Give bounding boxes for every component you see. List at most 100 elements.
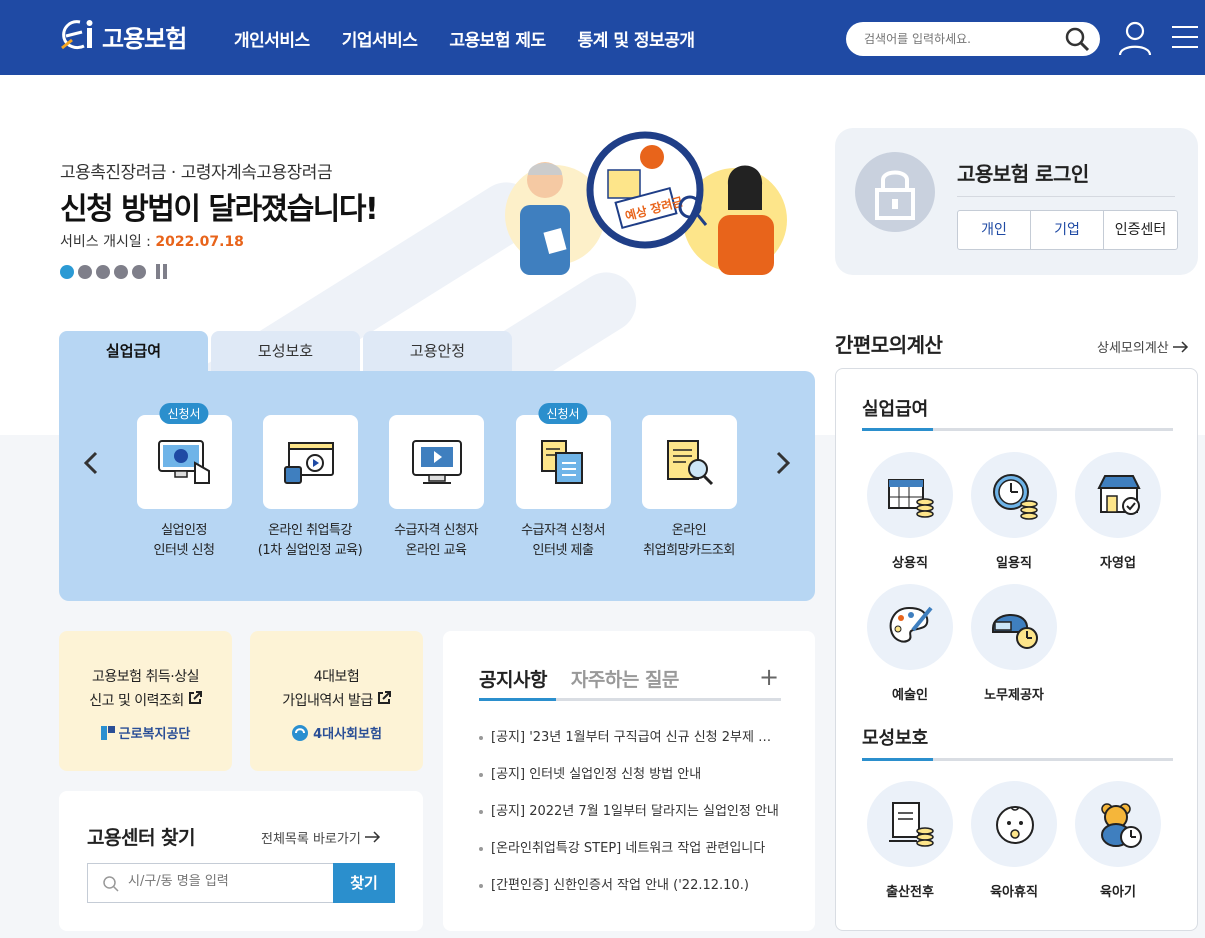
card-label-2: 신고 및 이력조회 <box>89 693 184 709</box>
tab-notice[interactable]: 공지사항 <box>479 665 547 692</box>
application-badge: 신청서 <box>538 403 588 424</box>
banner-dot-1[interactable] <box>60 264 74 279</box>
hamburger-menu-icon[interactable] <box>1172 24 1198 50</box>
comwel-logo-icon <box>100 725 115 740</box>
nav-personal-service[interactable]: 개인서비스 <box>234 26 310 51</box>
card-label-1: 4대보험 <box>313 669 360 685</box>
banner-dot-5[interactable] <box>132 264 146 279</box>
tab-maternity[interactable]: 모성보호 <box>211 331 360 372</box>
detailed-calc-link[interactable]: 상세모의계산 <box>1097 337 1189 356</box>
calc-artist[interactable]: 예술인 <box>865 584 955 703</box>
banner-dot-2[interactable] <box>78 264 92 279</box>
calc-regular-worker[interactable]: 상용직 <box>865 452 955 571</box>
clock-coins-icon <box>993 474 1038 520</box>
calc-item-label: 출산전후 <box>886 885 934 900</box>
notice-item[interactable]: [공지] 인터넷 실업인정 신청 방법 안내 <box>479 764 783 801</box>
prev-arrow-icon[interactable] <box>81 449 101 477</box>
4insure-logo-icon <box>292 724 309 741</box>
service-icon-box <box>262 415 358 509</box>
login-cert-center-button[interactable]: 인증센터 <box>1104 211 1177 249</box>
login-personal-button[interactable]: 개인 <box>958 211 1031 249</box>
calc-panel: 실업급여 상용직 일용직 자영업 예술인 노무제공자 모성보호 출산전후 육아휴… <box>835 368 1198 931</box>
center-search-input[interactable] <box>128 874 318 889</box>
tab-faq[interactable]: 자주하는 질문 <box>571 665 680 692</box>
detailed-calc-label: 상세모의계산 <box>1097 341 1169 356</box>
more-plus-icon[interactable]: + <box>759 663 779 691</box>
service-job-card-lookup[interactable]: 온라인 취업희망카드조회 <box>619 415 759 561</box>
notice-item[interactable]: [공지] '23년 1월부터 구직급여 신규 신청 2부제 시행 안내 <box>479 727 783 764</box>
search-input[interactable] <box>864 29 1054 49</box>
notice-tabs: 공지사항 자주하는 질문 <box>479 665 679 692</box>
user-icon[interactable] <box>1118 20 1152 56</box>
banner-dot-3[interactable] <box>96 264 110 279</box>
calc-maternity-leave[interactable]: 출산전후 <box>865 781 955 900</box>
calc-item-label: 육아기 <box>1100 885 1136 900</box>
banner-date-value: 2022.07.18 <box>155 234 244 250</box>
video-lecture-icon <box>283 442 334 484</box>
center-list-link[interactable]: 전체목록 바로가기 <box>261 828 381 847</box>
external-link-icon <box>188 691 202 704</box>
nav-statistics[interactable]: 통계 및 정보공개 <box>578 26 695 51</box>
notice-item[interactable]: [공지] 2022년 7월 1일부터 달라지는 실업인정 안내 <box>479 801 783 838</box>
calc-self-employed[interactable]: 자영업 <box>1073 452 1163 571</box>
tab-unemployment[interactable]: 실업급여 <box>59 331 208 372</box>
login-title: 고용보험 로그인 <box>957 162 1089 186</box>
banner-dot-4[interactable] <box>114 264 128 279</box>
document-coins-icon <box>889 802 934 847</box>
calc-parental-leave[interactable]: 육아휴직 <box>969 781 1059 900</box>
service-panel: 신청서 실업인정 인터넷 신청 온라인 취업특강 (1차 실업인정 교육) 수급… <box>59 371 815 601</box>
notice-item[interactable]: [간편인증] 신한인증서 작업 안내 ('22.12.10.) <box>479 875 783 912</box>
site-logo[interactable]: 고용보험 <box>58 16 187 56</box>
calc-childcare-period[interactable]: 육아기 <box>1073 781 1163 900</box>
ei-logo-icon <box>61 20 93 50</box>
service-unemployment-cert[interactable]: 신청서 실업인정 인터넷 신청 <box>114 403 254 561</box>
next-arrow-icon[interactable] <box>773 449 793 477</box>
card-insurance-history[interactable]: 고용보험 취득·상실 신고 및 이력조회 근로복지공단 <box>59 631 232 771</box>
calc-item-label: 예술인 <box>892 688 928 703</box>
login-divider <box>957 196 1175 197</box>
application-badge: 신청서 <box>159 403 209 424</box>
nav-insurance-system[interactable]: 고용보험 제도 <box>449 26 546 51</box>
center-finder-title: 고용센터 찾기 <box>87 827 196 849</box>
card-label-1: 고용보험 취득·상실 <box>92 669 199 685</box>
banner-title[interactable]: 신청 방법이 달라졌습니다! <box>60 184 379 228</box>
arrow-right-icon <box>364 831 381 843</box>
calc-section-bar <box>862 428 1173 431</box>
service-label-1: 수급자격 신청자 <box>394 523 478 538</box>
service-online-lecture[interactable]: 온라인 취업특강 (1차 실업인정 교육) <box>240 415 380 561</box>
notice-list: [공지] '23년 1월부터 구직급여 신규 신청 2부제 시행 안내 [공지]… <box>479 727 783 912</box>
notice-item[interactable]: [온라인취업특강 STEP] 네트워크 작업 관련입니다 <box>479 838 783 875</box>
center-finder-card: 고용센터 찾기 전체목록 바로가기 찾기 <box>59 791 423 931</box>
service-tabs: 실업급여 모성보호 고용안정 <box>59 331 512 372</box>
external-link-icon <box>377 691 391 704</box>
calc-item-label: 자영업 <box>1100 556 1136 571</box>
center-search-field <box>87 863 333 903</box>
calc-section-title: 모성보호 <box>862 728 929 749</box>
nav-business-service[interactable]: 기업서비스 <box>342 26 418 51</box>
service-online-education[interactable]: 수급자격 신청자 온라인 교육 <box>366 415 506 561</box>
login-business-button[interactable]: 기업 <box>1031 211 1104 249</box>
arrow-right-icon <box>1172 340 1188 353</box>
pause-icon[interactable] <box>156 264 167 279</box>
card-4-insurance[interactable]: 4대보험 가입내역서 발급 4대사회보험 <box>250 631 423 771</box>
service-qualification-submit[interactable]: 신청서 수급자격 신청서 인터넷 제출 <box>493 403 633 561</box>
service-icon-box <box>641 415 737 509</box>
documents-icon <box>540 440 583 484</box>
service-icon-box <box>388 415 484 509</box>
logo-text: 고용보험 <box>102 24 187 53</box>
top-navigation-bar: 고용보험 개인서비스 기업서비스 고용보험 제도 통계 및 정보공개 <box>0 0 1205 75</box>
tab-employment-stability[interactable]: 고용안정 <box>363 331 512 372</box>
search-icon[interactable] <box>1064 26 1090 52</box>
login-card: 고용보험 로그인 개인 기업 인증센터 <box>835 128 1198 275</box>
teddy-bear-clock-icon <box>1101 803 1142 848</box>
palette-icon <box>889 606 933 643</box>
calendar-coins-icon <box>888 479 934 518</box>
center-search-button[interactable]: 찾기 <box>333 863 395 903</box>
center-list-link-label: 전체목록 바로가기 <box>261 832 361 847</box>
search-icon <box>103 876 119 892</box>
login-button-group: 개인 기업 인증센터 <box>957 210 1178 250</box>
calc-daily-worker[interactable]: 일용직 <box>969 452 1059 571</box>
calc-service-provider[interactable]: 노무제공자 <box>969 584 1059 703</box>
banner-date: 서비스 개시일 : 2022.07.18 <box>60 231 244 251</box>
service-label-2: 인터넷 제출 <box>532 543 594 558</box>
